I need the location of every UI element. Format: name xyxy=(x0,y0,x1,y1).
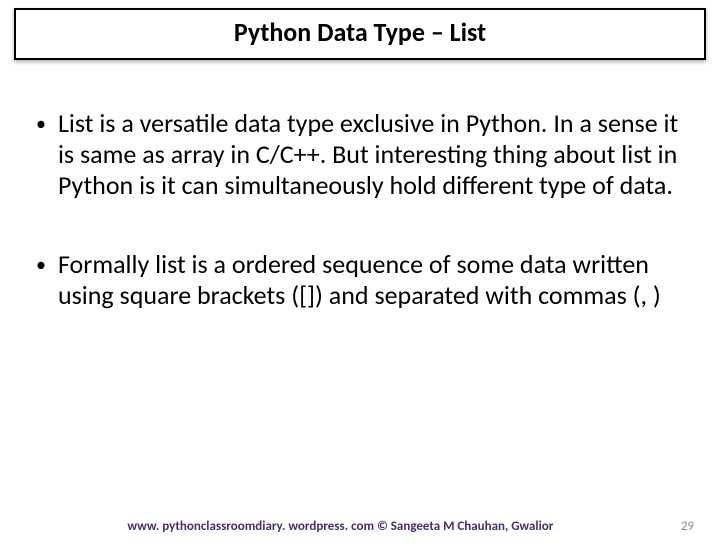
page-number: 29 xyxy=(681,519,694,534)
footer-credit: www. pythonclassroomdiary. wordpress. co… xyxy=(0,519,681,534)
page-title: Python Data Type – List xyxy=(234,16,486,48)
list-item: • List is a versatile data type exclusiv… xyxy=(36,108,684,201)
bullet-list: • List is a versatile data type exclusiv… xyxy=(36,108,684,311)
bullet-icon: • xyxy=(36,249,46,281)
content-area: • List is a versatile data type exclusiv… xyxy=(0,60,720,311)
bullet-text: List is a versatile data type exclusive … xyxy=(58,108,684,201)
bullet-text: Formally list is a ordered sequence of s… xyxy=(58,249,684,311)
list-item: • Formally list is a ordered sequence of… xyxy=(36,249,684,311)
bullet-icon: • xyxy=(36,108,46,140)
footer: www. pythonclassroomdiary. wordpress. co… xyxy=(0,519,720,534)
title-box: Python Data Type – List xyxy=(14,8,706,60)
